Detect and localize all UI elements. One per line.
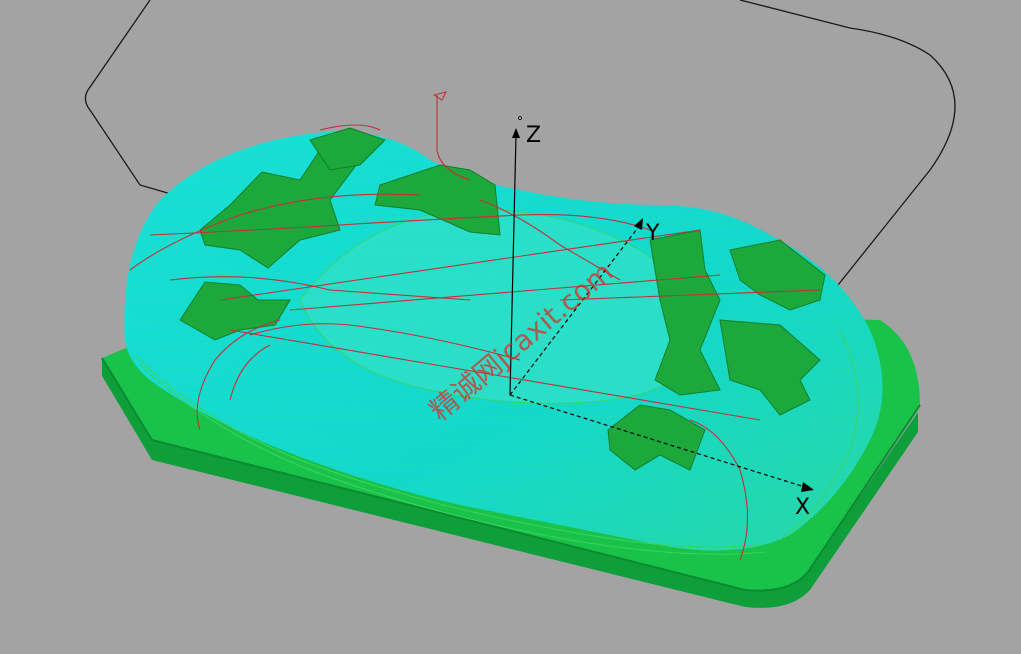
z-axis-arrow-icon [512,128,520,138]
cad-3d-viewport[interactable]: Z Y X 精诚网jcaxit.com [0,0,1021,654]
x-axis-label: X [795,495,810,520]
y-axis-label: Y [645,221,660,246]
tool-glyph [432,91,447,101]
z-axis-label: Z [526,123,541,148]
